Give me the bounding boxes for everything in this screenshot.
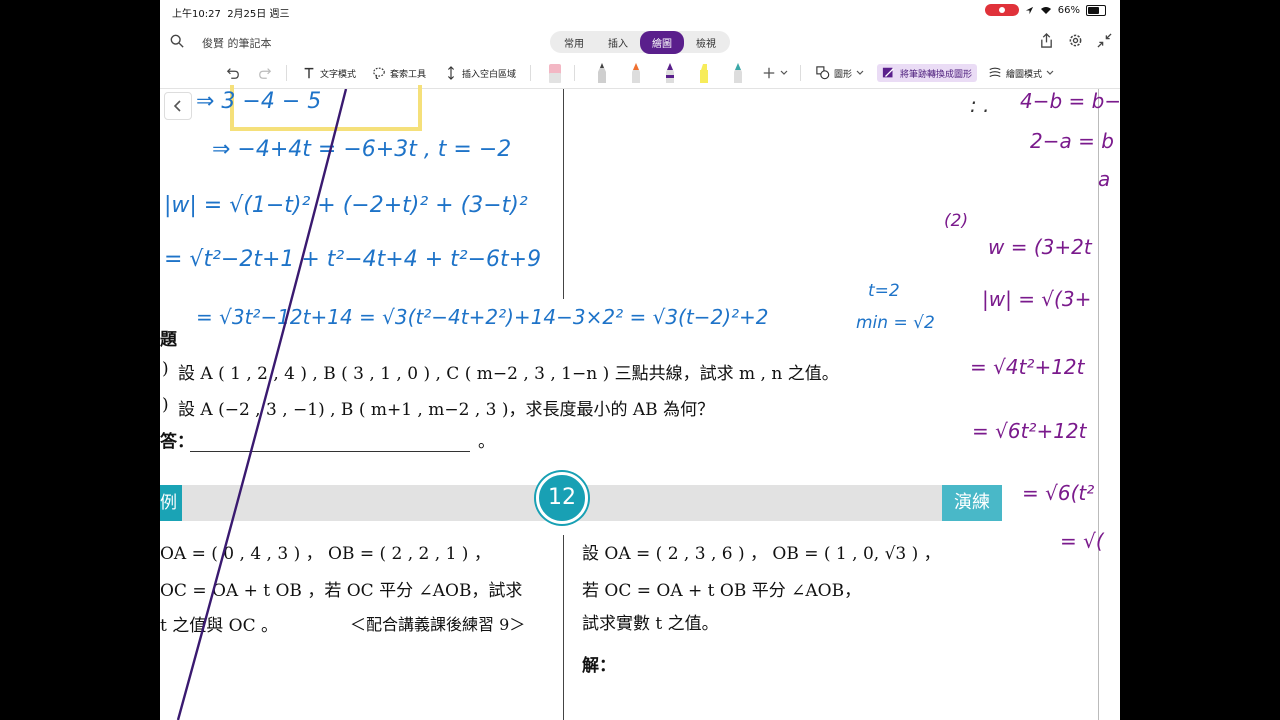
insert-space-button[interactable]: 插入空白區域 [444,64,516,82]
handwriting-line: w = (3+2t [988,235,1092,259]
wifi-icon [1040,6,1051,14]
practice-line-2: 若 OC = OA + t OB 平分 ∠AOB， [582,581,862,601]
redo-button[interactable] [258,64,272,82]
example-line-1: OA = ( 0 , 4 , 3 ) ， OB = ( 2 , 2 , 1 ) … [160,544,491,564]
handwriting-line: = √3t²−12t+14 = √3(t²−4t+2²)+14−3×2² = √… [196,305,769,329]
toolbar-divider [574,65,575,81]
chevron-down-icon [1046,70,1054,75]
answer-end: 。 [478,432,495,452]
handwriting-line: (2) [944,211,969,231]
recording-icon [984,4,1019,16]
back-button[interactable] [164,92,192,120]
handwriting-line: = √t²−2t+1 + t²−4t+4 + t²−6t+9 [164,247,542,272]
highlighter-yellow-icon[interactable] [699,62,709,84]
chevron-down-icon [856,70,864,75]
handwriting-line: a [1098,167,1111,191]
question-1-number: ) [162,359,169,379]
share-icon[interactable] [1039,33,1054,48]
eraser-icon[interactable] [548,62,562,84]
plus-icon [763,67,775,79]
handwriting-line: : . [970,93,990,117]
battery-percent: 66% [1057,4,1080,16]
example-reference: ＜配合講義課後練習 9＞ [350,615,526,634]
title-actions [1039,33,1112,48]
text-mode-button[interactable]: 文字模式 [302,64,356,82]
example-line-3: t 之值與 OC 。 [160,616,278,636]
handwriting-line: |w| = √(1−t)² + (−2+t)² + (3−t)² [164,193,528,218]
status-bar: 上午10:27 2月25日 週三 66% [160,0,1120,22]
status-right: 66% [984,4,1106,16]
chevron-down-icon [780,70,788,75]
ipad-screen: 上午10:27 2月25日 週三 66% 俊賢 的筆記本 常用 插入 繪圖 檢視 [160,0,1120,720]
question-2: 設 A (−2 , 3 , −1) , B ( m+1 , m−2 , 3 )，… [178,400,715,420]
chevron-left-icon [173,100,181,112]
pen-teal-icon[interactable] [733,62,743,84]
toolbar-divider [800,65,801,81]
handwriting-note: t=2 [868,281,900,301]
banner-practice-label: 演練 [942,485,1002,521]
draw-mode-icon [989,67,1001,78]
column-divider [563,89,564,299]
section-heading: 題 [160,330,177,350]
answer-line [190,451,470,452]
handwriting-line: = √( [1060,529,1104,553]
search-icon[interactable] [170,34,184,48]
ink-to-shape-button[interactable]: 將筆跡轉換成圖形 [877,64,978,82]
text-icon [304,67,314,79]
tab-draw[interactable]: 繪圖 [640,30,684,54]
question-1: 設 A ( 1 , 2 , 4 ) , B ( 3 , 1 , 0 ) , C … [178,364,839,384]
battery-icon [1086,4,1106,16]
handwriting-line: |w| = √(3+ [982,287,1092,311]
notebook-title[interactable]: 俊賢 的筆記本 [202,35,272,51]
question-2-number: ) [162,395,169,415]
handwriting-line: ⇒ 3 −4 − 5 [196,89,322,114]
tab-home[interactable]: 常用 [552,31,596,54]
undo-icon [226,68,239,79]
handwriting-line: = √6(t² [1022,481,1095,505]
shapes-icon [816,66,830,80]
gear-icon[interactable] [1068,33,1083,48]
answer-label: 答： [160,432,194,452]
banner-example-label: 例 [160,485,182,521]
collapse-icon[interactable] [1097,33,1112,48]
ribbon-tabs: 常用 插入 繪圖 檢視 [550,30,730,54]
shapes-button[interactable]: 圖形 [816,64,864,82]
column-divider [563,535,564,720]
status-time: 上午10:27 2月25日 週三 [172,9,290,20]
toolbar-divider [530,65,531,81]
practice-solution-label: 解： [582,656,616,676]
handwriting-line: 2−a = b [1030,129,1114,153]
handwriting-line: = √4t²+12t [970,355,1085,379]
pen-orange-icon[interactable] [631,62,641,84]
draw-mode-button[interactable]: 繪圖模式 [988,64,1054,82]
handwriting-line: = √6t²+12t [972,419,1087,443]
redo-icon [259,68,272,79]
lasso-button[interactable]: 套索工具 [372,64,426,82]
practice-line-1: 設 OA = ( 2 , 3 , 6 ) ， OB = ( 1 , 0, √3 … [582,544,941,564]
ink-to-shape-icon [882,67,894,78]
pen-purple-icon[interactable] [665,62,675,84]
handwriting-line: ⇒ −4+4t = −6+3t , t = −2 [212,137,512,162]
tab-view[interactable]: 檢視 [684,31,728,54]
pencil-gray-icon[interactable] [597,62,607,84]
lasso-icon [373,67,385,79]
practice-line-3: 試求實數 t 之值。 [582,614,719,634]
location-icon [1025,6,1033,14]
toolbar-divider [286,65,287,81]
insert-space-icon [447,66,455,80]
tab-insert[interactable]: 插入 [596,31,640,54]
problem-number-badge: 12 [536,472,588,524]
example-line-2: OC = OA + t OB ，若 OC 平分 ∠AOB，試求 [160,581,523,601]
handwriting-note: min = √2 [856,313,935,333]
handwriting-line: 4−b = b−2 [1020,89,1120,113]
add-pen-button[interactable] [762,64,788,82]
undo-button[interactable] [226,64,240,82]
notebook-page[interactable]: 題 ) 設 A ( 1 , 2 , 4 ) , B ( 3 , 1 , 0 ) … [160,85,1120,720]
title-bar: 俊賢 的筆記本 常用 插入 繪圖 檢視 [160,28,1120,58]
